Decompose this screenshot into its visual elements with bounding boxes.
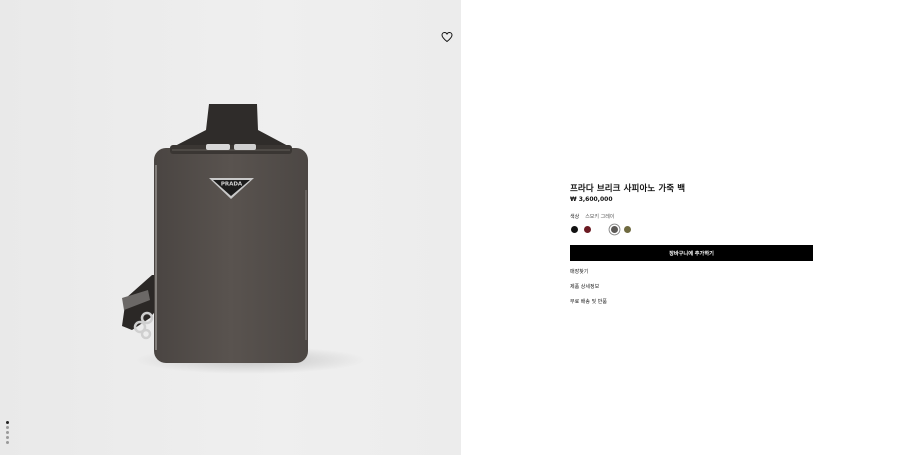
color-swatch-burgundy[interactable]	[584, 226, 591, 233]
product-image: PRADA	[122, 104, 365, 374]
heart-outline-icon[interactable]	[441, 31, 453, 43]
color-value: 스모키 그레이	[585, 214, 615, 220]
carousel-dot[interactable]	[6, 421, 9, 424]
color-swatch-white[interactable]	[597, 226, 604, 233]
carousel-dot[interactable]	[6, 426, 9, 429]
logo-text: PRADA	[221, 182, 243, 188]
color-selector-label: 색상 스모키 그레이	[570, 213, 614, 220]
shipping-returns-link[interactable]: 무료 배송 및 반품	[570, 298, 607, 305]
color-swatch-olive[interactable]	[624, 226, 631, 233]
carousel-dot[interactable]	[6, 441, 9, 444]
store-finder-link[interactable]: 매장찾기	[570, 268, 588, 275]
add-to-cart-button[interactable]: 장바구니에 추가하기	[570, 245, 813, 261]
color-label: 색상	[570, 214, 580, 220]
color-swatch-black[interactable]	[571, 226, 578, 233]
color-swatch-smoky-gray[interactable]	[611, 226, 618, 233]
carousel-dot[interactable]	[6, 436, 9, 439]
product-gallery: PRADA	[0, 0, 461, 455]
carousel-dot[interactable]	[6, 431, 9, 434]
product-details-link[interactable]: 제품 상세정보	[570, 283, 599, 290]
color-swatches	[570, 226, 690, 236]
product-price: ₩ 3,600,000	[570, 196, 613, 203]
carousel-dots	[6, 421, 12, 445]
product-title: 프라다 브리크 사피아노 가죽 백	[570, 184, 686, 194]
